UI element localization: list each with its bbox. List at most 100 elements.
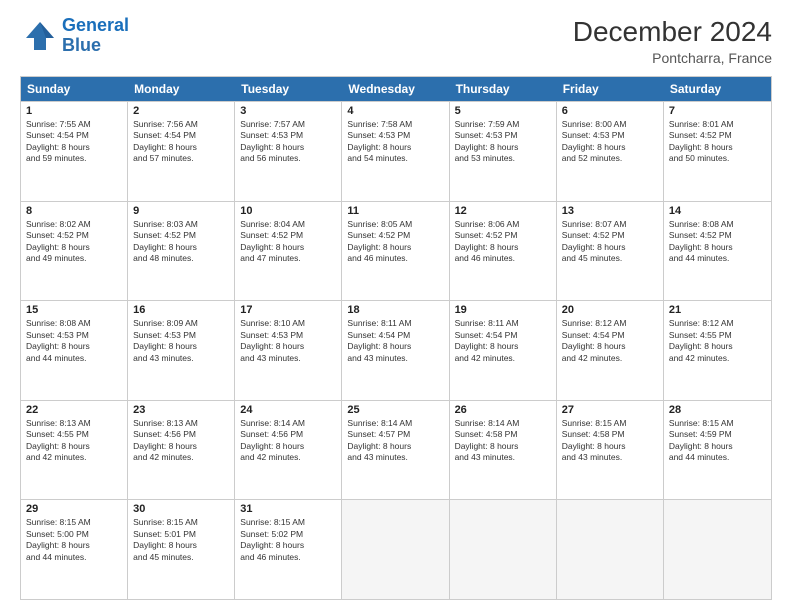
header-day-saturday: Saturday — [664, 77, 771, 101]
day-number: 30 — [133, 503, 229, 515]
day-info-line: and 44 minutes. — [669, 253, 766, 264]
day-info-line: Daylight: 8 hours — [347, 142, 443, 153]
day-number: 15 — [26, 304, 122, 316]
day-info-line: Sunset: 4:54 PM — [26, 130, 122, 141]
day-cell-10: 10Sunrise: 8:04 AMSunset: 4:52 PMDayligh… — [235, 202, 342, 301]
day-number: 28 — [669, 404, 766, 416]
day-info-line: Sunrise: 8:10 AM — [240, 318, 336, 329]
day-number: 5 — [455, 105, 551, 117]
day-info-line: Sunrise: 8:03 AM — [133, 219, 229, 230]
day-info-line: and 42 minutes. — [240, 452, 336, 463]
day-info-line: Sunset: 4:58 PM — [455, 429, 551, 440]
day-info-line: Sunrise: 8:15 AM — [133, 517, 229, 528]
header-day-thursday: Thursday — [450, 77, 557, 101]
day-info-line: Sunset: 4:52 PM — [455, 230, 551, 241]
day-info-line: Daylight: 8 hours — [133, 341, 229, 352]
day-info-line: and 43 minutes. — [240, 353, 336, 364]
day-info-line: Sunset: 4:53 PM — [133, 330, 229, 341]
day-info: Sunrise: 8:06 AMSunset: 4:52 PMDaylight:… — [455, 219, 551, 265]
day-info-line: and 59 minutes. — [26, 153, 122, 164]
day-info-line: Sunset: 5:00 PM — [26, 529, 122, 540]
day-cell-26: 26Sunrise: 8:14 AMSunset: 4:58 PMDayligh… — [450, 401, 557, 500]
day-info-line: Sunrise: 8:09 AM — [133, 318, 229, 329]
day-info-line: Daylight: 8 hours — [347, 242, 443, 253]
calendar-body: 1Sunrise: 7:55 AMSunset: 4:54 PMDaylight… — [21, 101, 771, 599]
day-info: Sunrise: 8:14 AMSunset: 4:58 PMDaylight:… — [455, 418, 551, 464]
day-info-line: Sunset: 4:52 PM — [669, 130, 766, 141]
day-number: 19 — [455, 304, 551, 316]
day-info-line: and 46 minutes. — [347, 253, 443, 264]
day-cell-30: 30 Sunrise: 8:15 AMSunset: 5:01 PMDayligh… — [128, 500, 235, 599]
day-info-line: Sunrise: 8:15 AM — [26, 517, 122, 528]
day-number: 10 — [240, 205, 336, 217]
header-day-friday: Friday — [557, 77, 664, 101]
day-info-line: and 43 minutes. — [455, 452, 551, 463]
day-number: 16 — [133, 304, 229, 316]
day-info-line: Daylight: 8 hours — [455, 142, 551, 153]
day-info: Sunrise: 7:56 AMSunset: 4:54 PMDaylight:… — [133, 119, 229, 165]
day-info-line: and 48 minutes. — [133, 253, 229, 264]
empty-cell — [450, 500, 557, 599]
day-number: 25 — [347, 404, 443, 416]
day-info-line: Sunset: 4:54 PM — [133, 130, 229, 141]
week-row-4: 22Sunrise: 8:13 AMSunset: 4:55 PMDayligh… — [21, 400, 771, 500]
day-info-line: Daylight: 8 hours — [133, 242, 229, 253]
day-info-line: Daylight: 8 hours — [133, 441, 229, 452]
day-info-line: Sunrise: 8:15 AM — [562, 418, 658, 429]
day-info-line: and 47 minutes. — [240, 253, 336, 264]
day-number: 6 — [562, 105, 658, 117]
logo-icon — [20, 18, 56, 54]
day-info-line: and 44 minutes. — [26, 353, 122, 364]
day-info-line: Sunset: 4:53 PM — [347, 130, 443, 141]
day-info-line: and 50 minutes. — [669, 153, 766, 164]
day-info-line: Sunrise: 8:11 AM — [455, 318, 551, 329]
day-info: Sunrise: 8:15 AMSunset: 5:02 PMDaylight:… — [240, 517, 336, 563]
day-info-line: Sunset: 4:55 PM — [669, 330, 766, 341]
day-number: 9 — [133, 205, 229, 217]
day-cell-3: 3Sunrise: 7:57 AMSunset: 4:53 PMDaylight… — [235, 102, 342, 201]
day-info-line: Daylight: 8 hours — [347, 341, 443, 352]
day-info-line: and 53 minutes. — [455, 153, 551, 164]
day-info-line: Sunset: 4:52 PM — [26, 230, 122, 241]
day-info-line: and 46 minutes. — [455, 253, 551, 264]
day-info-line: Daylight: 8 hours — [455, 242, 551, 253]
header-day-tuesday: Tuesday — [235, 77, 342, 101]
day-cell-1: 1Sunrise: 7:55 AMSunset: 4:54 PMDaylight… — [21, 102, 128, 201]
day-info-line: Sunrise: 8:04 AM — [240, 219, 336, 230]
day-number: 8 — [26, 205, 122, 217]
day-info-line: Daylight: 8 hours — [562, 142, 658, 153]
day-info-line: and 42 minutes. — [669, 353, 766, 364]
day-info: Sunrise: 8:02 AMSunset: 4:52 PMDaylight:… — [26, 219, 122, 265]
day-info: Sunrise: 8:12 AMSunset: 4:55 PMDaylight:… — [669, 318, 766, 364]
day-info-line: and 42 minutes. — [133, 452, 229, 463]
day-info-line: Daylight: 8 hours — [240, 540, 336, 551]
day-cell-13: 13Sunrise: 8:07 AMSunset: 4:52 PMDayligh… — [557, 202, 664, 301]
day-info: Sunrise: 8:01 AMSunset: 4:52 PMDaylight:… — [669, 119, 766, 165]
day-number: 7 — [669, 105, 766, 117]
day-info-line: Daylight: 8 hours — [133, 540, 229, 551]
day-info-line: and 52 minutes. — [562, 153, 658, 164]
day-cell-6: 6Sunrise: 8:00 AMSunset: 4:53 PMDaylight… — [557, 102, 664, 201]
day-cell-21: 21Sunrise: 8:12 AMSunset: 4:55 PMDayligh… — [664, 301, 771, 400]
day-cell-5: 5Sunrise: 7:59 AMSunset: 4:53 PMDaylight… — [450, 102, 557, 201]
day-info-line: Daylight: 8 hours — [26, 441, 122, 452]
day-info-line: Sunrise: 8:14 AM — [455, 418, 551, 429]
day-info-line: Sunset: 4:55 PM — [26, 429, 122, 440]
month-title: December 2024 — [573, 16, 772, 48]
logo-blue: Blue — [62, 35, 101, 55]
day-info-line: Daylight: 8 hours — [562, 242, 658, 253]
day-info: Sunrise: 8:12 AMSunset: 4:54 PMDaylight:… — [562, 318, 658, 364]
day-info-line: Sunset: 4:59 PM — [669, 429, 766, 440]
day-info: Sunrise: 8:15 AMSunset: 5:00 PMDaylight:… — [26, 517, 122, 563]
day-info-line: Daylight: 8 hours — [240, 142, 336, 153]
day-info-line: Sunrise: 8:12 AM — [562, 318, 658, 329]
day-cell-11: 11Sunrise: 8:05 AMSunset: 4:52 PMDayligh… — [342, 202, 449, 301]
day-info: Sunrise: 8:15 AMSunset: 5:01 PMDaylight:… — [133, 517, 229, 563]
day-info-line: Sunset: 4:54 PM — [455, 330, 551, 341]
day-number: 27 — [562, 404, 658, 416]
empty-cell — [342, 500, 449, 599]
day-info-line: and 54 minutes. — [347, 153, 443, 164]
day-cell-9: 9Sunrise: 8:03 AMSunset: 4:52 PMDaylight… — [128, 202, 235, 301]
day-cell-19: 19Sunrise: 8:11 AMSunset: 4:54 PMDayligh… — [450, 301, 557, 400]
day-info-line: Sunrise: 8:15 AM — [669, 418, 766, 429]
